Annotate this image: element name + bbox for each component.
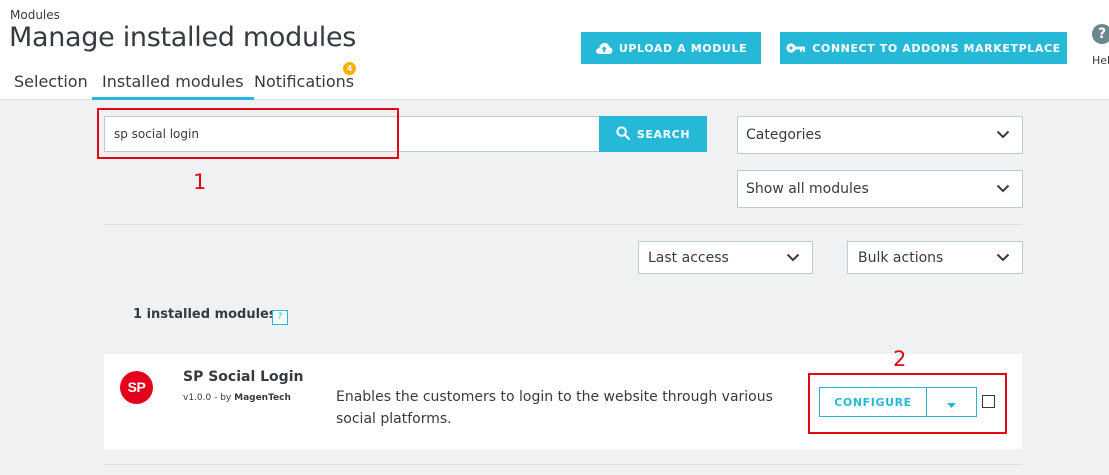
tab-installed-modules[interactable]: Installed modules <box>92 72 254 100</box>
filters-divider <box>104 224 1022 225</box>
tab-notifications[interactable]: Notifications <box>254 72 354 100</box>
help-label[interactable]: Hel <box>1092 54 1109 67</box>
annotation-label-1: 1 <box>193 170 207 194</box>
annotation-box-1 <box>97 108 399 159</box>
search-icon <box>616 125 630 143</box>
chevron-down-icon <box>786 250 800 266</box>
chevron-down-icon <box>996 181 1010 197</box>
list-divider <box>104 464 1022 465</box>
chevron-down-icon <box>996 250 1010 266</box>
upload-module-button[interactable]: UPLOAD A MODULE <box>581 32 761 64</box>
show-modules-select-value: Show all modules <box>746 181 869 197</box>
sort-select-value: Last access <box>648 249 729 266</box>
tab-selection[interactable]: Selection <box>14 72 88 100</box>
installed-modules-count: 1 installed modules <box>133 307 277 322</box>
show-modules-select[interactable]: Show all modules <box>737 170 1023 208</box>
key-icon <box>786 42 806 54</box>
search-button-label: SEARCH <box>636 127 691 141</box>
bulk-actions-select[interactable]: Bulk actions <box>847 241 1023 274</box>
module-meta: v1.0.0 - by MagenTech <box>183 393 291 403</box>
notifications-badge: 4 <box>343 62 356 75</box>
module-version: v1.0.0 - by <box>183 393 232 403</box>
module-description: Enables the customers to login to the we… <box>336 389 773 427</box>
breadcrumb[interactable]: Modules <box>10 8 60 22</box>
categories-select-value: Categories <box>746 127 822 143</box>
module-logo: SP <box>120 371 153 404</box>
module-name: SP Social Login <box>183 369 304 385</box>
categories-select[interactable]: Categories <box>737 116 1023 154</box>
annotation-box-2 <box>808 373 1007 434</box>
module-author: MagenTech <box>234 393 291 403</box>
upload-module-label: UPLOAD A MODULE <box>618 41 748 55</box>
annotation-label-2: 2 <box>893 347 907 371</box>
sort-select[interactable]: Last access <box>638 241 813 274</box>
connect-addons-button[interactable]: CONNECT TO ADDONS MARKETPLACE <box>780 32 1067 64</box>
help-icon[interactable]: ? <box>1092 24 1109 44</box>
cloud-upload-icon <box>595 41 613 55</box>
bulk-actions-select-value: Bulk actions <box>858 249 944 266</box>
connect-addons-label: CONNECT TO ADDONS MARKETPLACE <box>812 41 1061 55</box>
search-button[interactable]: SEARCH <box>599 116 707 152</box>
help-tooltip-icon[interactable]: ? <box>272 310 288 325</box>
chevron-down-icon <box>996 127 1010 143</box>
page-title: Manage installed modules <box>9 22 357 53</box>
